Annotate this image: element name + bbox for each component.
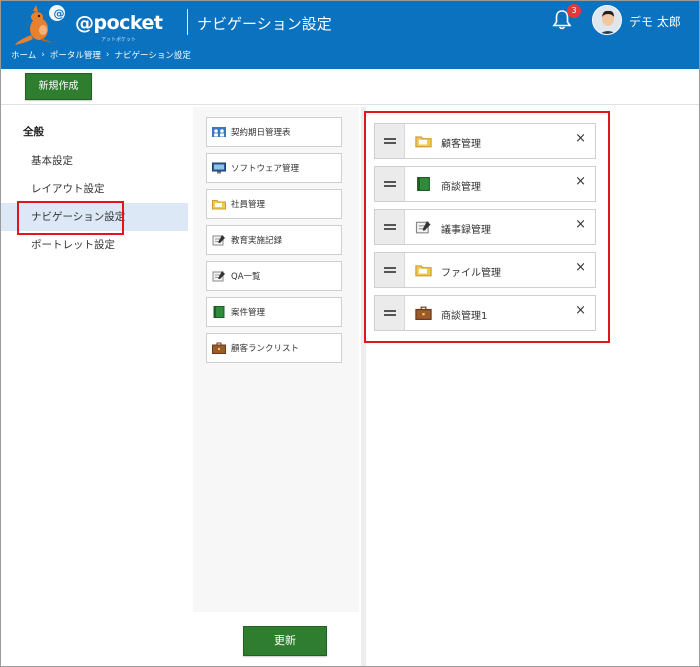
briefcase-icon xyxy=(212,342,226,354)
available-items-panel: 契約期日管理表 ソフトウェア管理 社員管理 教育実施記録 QA一覧 案件管理 顧… xyxy=(193,107,359,612)
notepad-icon xyxy=(212,235,225,246)
sidebar-item-portlet-settings[interactable]: ポートレット設定 xyxy=(1,231,188,259)
palette-item-label: 案件管理 xyxy=(231,308,266,318)
avatar[interactable] xyxy=(592,5,622,35)
sidebar-item-layout-settings[interactable]: レイアウト設定 xyxy=(1,175,188,203)
people-group-icon xyxy=(212,127,226,137)
kangaroo-logo-icon: @ xyxy=(15,5,65,45)
settings-sidebar: 全般 基本設定 レイアウト設定 ナビゲーション設定 ポートレット設定 xyxy=(1,107,188,666)
palette-item[interactable]: QA一覧 xyxy=(206,261,342,291)
breadcrumb-separator: › xyxy=(105,50,110,60)
sidebar-heading: 全般 xyxy=(23,126,44,138)
svg-text:@: @ xyxy=(54,7,65,20)
page-title: ナビゲーション設定 xyxy=(197,15,332,33)
palette-item-label: QA一覧 xyxy=(231,272,261,282)
notepad-icon xyxy=(212,271,225,282)
new-button[interactable]: 新規作成 xyxy=(25,73,92,100)
palette-item[interactable]: 案件管理 xyxy=(206,297,342,327)
logo-subtext: アットポケット xyxy=(101,37,137,43)
breadcrumb: ホーム › ポータル管理 › ナビゲーション設定 xyxy=(11,49,191,61)
palette-item-label: 社員管理 xyxy=(231,200,266,210)
palette-item-label: ソフトウェア管理 xyxy=(231,164,300,174)
sidebar-item-basic-settings[interactable]: 基本設定 xyxy=(1,147,188,175)
highlight-box-sidebar xyxy=(17,201,124,235)
logo-text: @pocket xyxy=(75,12,163,34)
palette-item[interactable]: 教育実施記録 xyxy=(206,225,342,255)
palette-item[interactable]: 契約期日管理表 xyxy=(206,117,342,147)
header-divider xyxy=(187,9,188,35)
folder-icon xyxy=(212,200,226,210)
breadcrumb-portal-admin[interactable]: ポータル管理 xyxy=(50,49,101,61)
palette-item-label: 教育実施記録 xyxy=(231,236,283,246)
palette-item[interactable]: 顧客ランクリスト xyxy=(206,333,342,363)
breadcrumb-separator: › xyxy=(41,50,45,60)
highlight-box-selected xyxy=(364,111,610,343)
app-window: @ @pocket アットポケット ナビゲーション設定 3 デモ 太郎 ホーム xyxy=(0,0,700,667)
breadcrumb-home[interactable]: ホーム xyxy=(11,49,36,61)
toolbar: 新規作成 xyxy=(1,69,699,105)
monitor-icon xyxy=(212,162,226,174)
app-logo[interactable]: @ @pocket アットポケット xyxy=(13,3,163,45)
palette-item[interactable]: ソフトウェア管理 xyxy=(206,153,342,183)
header-bar: @ @pocket アットポケット ナビゲーション設定 3 デモ 太郎 ホーム xyxy=(1,1,699,69)
update-button[interactable]: 更新 xyxy=(243,626,327,656)
palette-item-label: 顧客ランクリスト xyxy=(231,344,300,354)
palette-item-label: 契約期日管理表 xyxy=(231,128,291,138)
palette-item[interactable]: 社員管理 xyxy=(206,189,342,219)
breadcrumb-current: ナビゲーション設定 xyxy=(114,51,191,61)
user-photo-icon xyxy=(593,6,621,34)
green-book-icon xyxy=(213,306,225,318)
notification-badge: 3 xyxy=(567,4,581,18)
user-name[interactable]: デモ 太郎 xyxy=(629,13,681,30)
